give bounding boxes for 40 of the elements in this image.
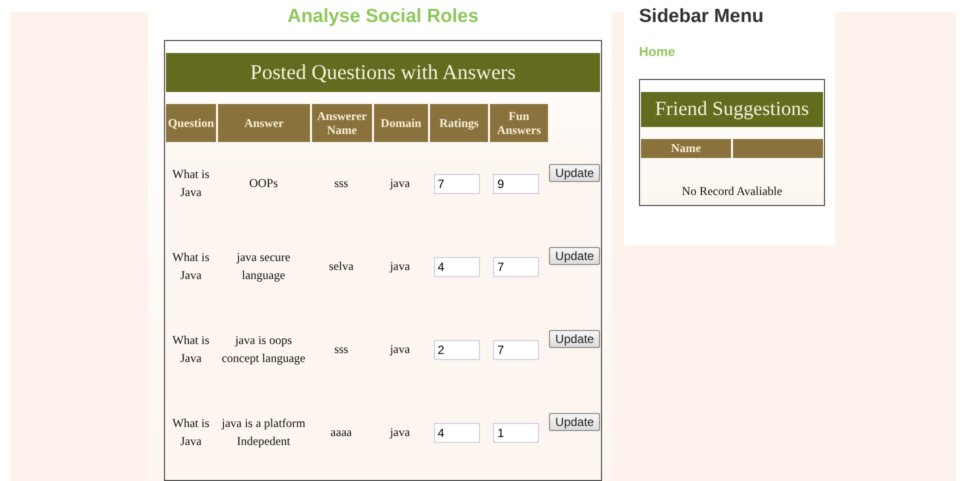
table-cell-text: java bbox=[388, 424, 411, 441]
empty-message: No Record Avaliable bbox=[680, 184, 784, 199]
page-title: Analyse Social Roles bbox=[286, 6, 480, 29]
table-cell-text: java is oops concept language bbox=[220, 332, 306, 367]
table-cell-text: What is Java bbox=[171, 249, 210, 284]
table-cell-text: java bbox=[388, 340, 411, 358]
fun-answers-field[interactable]: 7 bbox=[493, 256, 540, 276]
table-cell-text: What is Java bbox=[171, 166, 210, 200]
table-cell-text: What is Java bbox=[171, 415, 210, 450]
table-caption: Posted Questions with Answers bbox=[166, 53, 600, 92]
table-cell-text: selva bbox=[328, 258, 355, 275]
rating-field[interactable]: 7 bbox=[434, 174, 480, 194]
table-cell-text: sss bbox=[333, 174, 350, 192]
table-cell-text: sss bbox=[333, 340, 350, 358]
table-cell-text: What is Java bbox=[171, 332, 210, 366]
table-cell-text: java bbox=[388, 174, 411, 192]
rating-field[interactable]: 4 bbox=[434, 422, 480, 442]
table-cell-text: OOPs bbox=[248, 174, 279, 192]
column-header: Answerer Name bbox=[312, 104, 372, 142]
column-header: Answer bbox=[218, 104, 310, 142]
box-caption: Friend Suggestions bbox=[641, 92, 823, 127]
column-header: Ratings bbox=[430, 104, 488, 142]
column-header: Question bbox=[166, 104, 216, 142]
table-cell-text: aaaa bbox=[330, 424, 353, 441]
update-button[interactable]: Update bbox=[549, 247, 600, 265]
rating-field[interactable]: 2 bbox=[434, 340, 480, 360]
update-button[interactable]: Update bbox=[549, 330, 600, 348]
fun-answers-field[interactable]: 7 bbox=[493, 340, 540, 360]
column-header: Domain bbox=[374, 104, 428, 142]
fun-answers-field[interactable]: 1 bbox=[493, 422, 540, 442]
table-cell-text: java secure language bbox=[235, 249, 292, 284]
sidebar-title: Sidebar Menu bbox=[639, 6, 765, 28]
fun-answers-field[interactable]: 9 bbox=[493, 174, 540, 194]
table-cell-text: java is a platform Indepedent bbox=[220, 415, 306, 450]
column-header: Name bbox=[641, 139, 731, 158]
column-header: Fun Answers bbox=[490, 104, 548, 142]
table-cell-text: java bbox=[388, 258, 411, 275]
rating-field[interactable]: 4 bbox=[434, 256, 480, 276]
update-button[interactable]: Update bbox=[549, 164, 600, 182]
update-button[interactable]: Update bbox=[549, 413, 600, 431]
